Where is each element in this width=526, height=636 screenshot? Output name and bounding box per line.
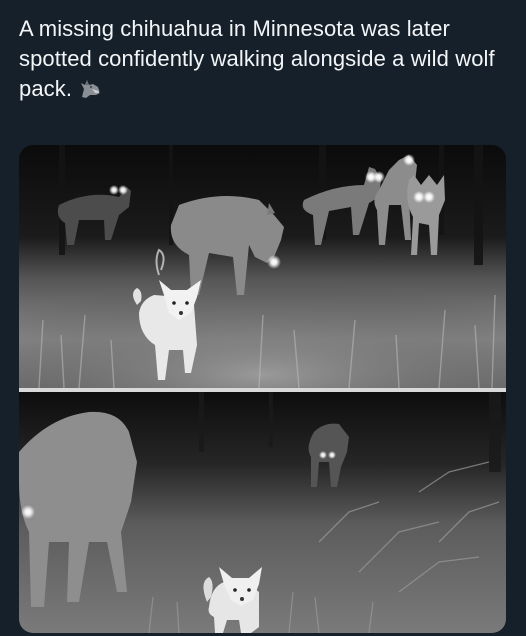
photo-wolf-and-chihuahua[interactable] <box>19 392 506 633</box>
post-text-block: A missing chihuahua in Minnesota was lat… <box>19 14 509 104</box>
media-grid[interactable] <box>19 145 506 633</box>
wolf-emoji-icon <box>76 77 104 99</box>
photo-wolf-pack[interactable] <box>19 145 506 388</box>
post-container: A missing chihuahua in Minnesota was lat… <box>0 0 526 636</box>
